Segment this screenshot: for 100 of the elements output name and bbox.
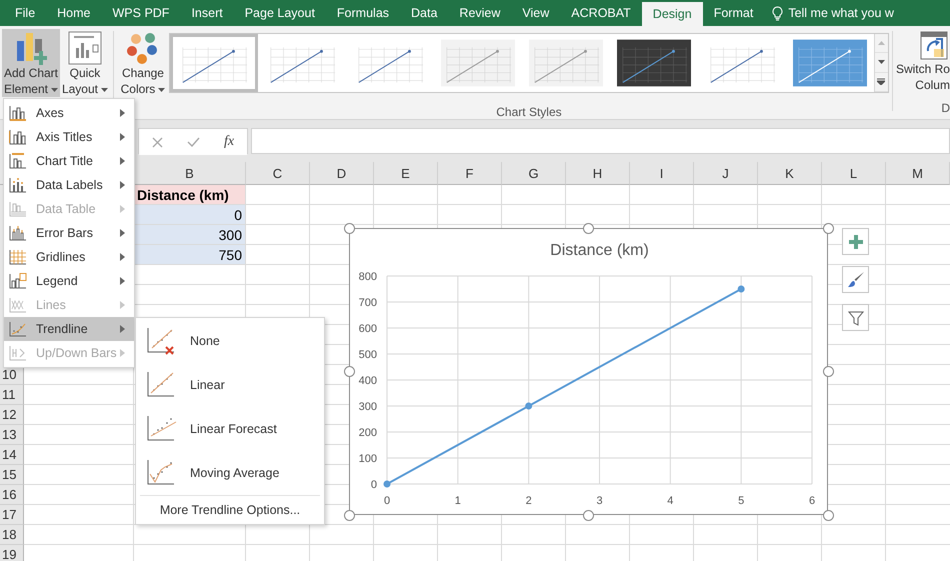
y-tick-label: 800 [358,271,377,283]
group-label: Chart Styles [496,105,562,119]
x-tick-label: 0 [384,495,390,507]
data-point [384,480,390,488]
menu-item[interactable]: Gridlines [4,245,134,269]
y-tick-label: 400 [358,375,377,387]
caret-up-icon [878,41,885,46]
submenu-arrow-icon [120,109,125,117]
submenu-arrow-icon [120,325,125,333]
ribbon-tab[interactable]: Home [46,0,102,26]
trendline-icon [9,321,27,337]
chart-title: Distance (km) [550,242,649,259]
menu-item[interactable]: Legend [4,269,134,293]
column-header[interactable]: D [310,162,374,185]
column-header[interactable]: B [134,162,246,185]
y-tick-label: 300 [358,401,377,413]
column-header[interactable]: I [630,162,694,185]
submenu-arrow-icon [120,277,125,285]
data-labels-icon [9,177,27,193]
caret-icon [51,88,58,92]
resize-handle[interactable] [582,222,594,234]
ribbon-tab[interactable]: Page Layout [234,0,326,26]
menu-item[interactable]: Linear [136,363,324,407]
x-tick-label: 5 [738,495,744,507]
expand-icon [877,78,886,86]
switch-row-column-button[interactable]: Switch Ro Colum [896,29,950,93]
layout-icon [68,31,102,65]
x-tick-label: 1 [454,495,461,507]
resize-handle[interactable] [344,366,354,376]
submenu-arrow-icon [120,229,125,237]
line-chart-icon [528,39,603,87]
ribbon-tab[interactable]: File [4,0,46,26]
submenu-arrow-icon [120,157,125,165]
scroll-down-button[interactable] [874,53,888,73]
ribbon-tab[interactable]: Formulas [326,0,400,26]
menu-item[interactable]: Error Bars [4,221,134,245]
x-tick-label: 2 [526,495,532,507]
column-header[interactable]: L [822,162,886,185]
resize-handle[interactable] [344,510,354,520]
tell-me-search[interactable]: Tell me what you w [788,6,894,20]
error-bars-icon [9,225,27,241]
caret-icon [158,88,166,92]
lines-icon [9,297,27,313]
menu-item[interactable]: Linear Forecast [136,407,324,451]
column-header[interactable]: K [758,162,822,185]
chart-styles-button[interactable] [842,266,869,293]
y-tick-label: 100 [358,453,377,465]
x-tick-label: 3 [596,495,603,507]
column-header[interactable]: G [502,162,566,185]
ribbon-tab[interactable]: Design [642,2,703,26]
column-header[interactable]: J [694,162,758,185]
palette-icon [126,31,160,65]
ribbon-tab[interactable]: ACROBAT [560,0,642,26]
add-chart-element-button[interactable]: Add Chart Element [2,29,60,97]
column-header[interactable]: E [374,162,438,185]
data-point [738,286,745,292]
menu-item[interactable]: Trendline [4,317,134,341]
close-icon [152,136,162,148]
ribbon-tab[interactable]: View [511,0,560,26]
menu-item[interactable]: More Trendline Options... [136,498,324,522]
y-tick-label: 600 [358,323,377,335]
submenu-arrow-icon [120,181,125,189]
line-chart-icon [792,39,867,87]
lightbulb-icon [772,6,784,20]
x-tick-label: 4 [667,495,674,507]
axis-titles-icon [9,129,27,145]
line-chart-icon [440,39,515,87]
group-label: D [941,101,950,115]
up-down-bars-icon [9,345,27,361]
column-header[interactable]: H [566,162,630,185]
submenu-arrow-icon [120,133,125,141]
change-colors-button[interactable]: Change Colors [116,29,169,97]
menu-item[interactable]: Axes [4,101,134,125]
formula-input[interactable] [251,128,950,154]
ribbon-tab[interactable]: Review [448,0,512,26]
resize-handle[interactable] [822,222,834,234]
chart-add-icon [14,31,47,65]
ribbon-tab[interactable]: Insert [180,0,234,26]
more-styles-button[interactable] [874,72,888,92]
menu-item[interactable]: Axis Titles [4,125,134,149]
ribbon-tab[interactable]: WPS PDF [102,0,180,26]
menu-item[interactable]: None [136,319,324,363]
column-header[interactable]: F [438,162,502,185]
quick-layout-button[interactable]: Quick Layout [60,29,110,97]
chart-area[interactable]: Distance (km) 0 100 200 300 400 500 600 700 800 0 1 2 3 4 5 6 [349,228,828,515]
chart-filters-button[interactable] [842,304,869,331]
paintbrush-icon [846,270,864,288]
menu-item[interactable]: Data Labels [4,173,134,197]
column-header[interactable]: C [246,162,310,185]
submenu-arrow-icon [120,349,125,357]
y-tick-label: 700 [358,297,377,309]
menu-item[interactable]: Moving Average [136,451,324,495]
chart-elements-button[interactable] [842,228,869,255]
column-header[interactable]: M [886,162,950,185]
resize-handle[interactable] [344,222,354,234]
menu-item[interactable]: Chart Title [4,149,134,173]
submenu-arrow-icon [120,253,125,261]
ribbon-tab[interactable]: Data [400,0,448,26]
y-tick-label: 200 [358,427,377,439]
ribbon-tab[interactable]: Format [702,0,764,26]
